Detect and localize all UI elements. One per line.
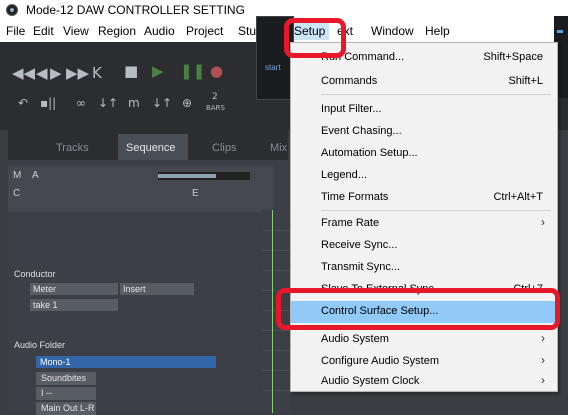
- mute-button[interactable]: M: [13, 170, 21, 181]
- counter-start-label: start: [265, 63, 281, 72]
- input-select[interactable]: Soundbites: [36, 372, 96, 385]
- loop-icon[interactable]: ∞: [76, 96, 86, 110]
- tab-clips[interactable]: Clips: [212, 142, 236, 154]
- channel-button[interactable]: C: [13, 188, 20, 199]
- menu-item-audio-system-clock[interactable]: Audio System Clock ›: [291, 371, 557, 393]
- submenu-arrow-icon: ›: [541, 373, 545, 387]
- setup-menu: Run Command... Shift+Space Commands Shif…: [290, 42, 558, 392]
- record-icon[interactable]: ●: [210, 62, 223, 80]
- stop-icon[interactable]: ■: [124, 62, 138, 80]
- menu-separator: [321, 94, 551, 95]
- menu-view[interactable]: View: [63, 24, 89, 38]
- step-icon[interactable]: ↓↑: [98, 96, 118, 110]
- menu-window[interactable]: Window: [371, 24, 414, 38]
- pause-icon[interactable]: ❚❚: [180, 62, 205, 80]
- input-assign[interactable]: I --: [36, 387, 96, 400]
- edit-button[interactable]: E: [192, 188, 199, 199]
- menu-file[interactable]: File: [6, 24, 25, 38]
- rewind-icon[interactable]: ◀◀: [12, 64, 35, 82]
- countoff-icon[interactable]: ↓↑: [152, 96, 172, 110]
- audio-folder-label: Audio Folder: [14, 340, 66, 350]
- insert-select[interactable]: Insert: [120, 283, 194, 295]
- tab-sequence[interactable]: Sequence: [126, 142, 176, 154]
- conductor-label: Conductor: [14, 269, 56, 279]
- fast-forward-icon[interactable]: ▶▶: [66, 64, 89, 82]
- undo-icon[interactable]: ↶: [18, 96, 28, 110]
- take-select[interactable]: take 1: [30, 299, 118, 311]
- sequence-header: M A C E: [8, 166, 273, 212]
- callout-control-surface: [276, 288, 560, 330]
- level-meter: [158, 172, 250, 180]
- panel-tabs: Tracks Sequence Clips Mix: [8, 130, 288, 160]
- playhead: [272, 210, 273, 413]
- menu-help[interactable]: Help: [425, 24, 450, 38]
- menu-project[interactable]: Project: [186, 24, 223, 38]
- menu-audio[interactable]: Audio: [144, 24, 175, 38]
- punch-icon[interactable]: ▪||: [40, 96, 56, 110]
- menu-item-legend[interactable]: Legend...: [291, 165, 557, 187]
- output-select[interactable]: Main Out L-R: [36, 402, 96, 415]
- menu-item-configure-audio-system[interactable]: Configure Audio System ›: [291, 351, 557, 373]
- menu-edit[interactable]: Edit: [33, 24, 54, 38]
- menu-item-input-filter[interactable]: Input Filter...: [291, 99, 557, 121]
- meter-select[interactable]: Meter: [30, 283, 118, 295]
- menu-item-time-formats[interactable]: Time Formats Ctrl+Alt+T: [291, 187, 557, 209]
- play-icon[interactable]: ▶: [152, 62, 164, 80]
- menu-item-audio-system[interactable]: Audio System ›: [291, 329, 557, 351]
- back-icon[interactable]: ◀: [36, 64, 48, 82]
- bars-label: BARS: [206, 104, 225, 112]
- track-mono-1[interactable]: Mono-1: [36, 356, 216, 368]
- counter-marker: [557, 30, 563, 33]
- forward-icon[interactable]: ▶: [50, 64, 62, 82]
- window-title: Mode-12 DAW CONTROLLER SETTING: [26, 3, 245, 17]
- submenu-arrow-icon: ›: [541, 331, 545, 345]
- menu-item-frame-rate[interactable]: Frame Rate ›: [291, 213, 557, 235]
- submenu-arrow-icon: ›: [541, 353, 545, 367]
- app-logo-icon: [6, 4, 18, 16]
- menu-region[interactable]: Region: [98, 24, 136, 38]
- menu-item-automation-setup[interactable]: Automation Setup...: [291, 143, 557, 165]
- callout-setup-menu: [284, 18, 346, 58]
- tracks-panel: Tracks Sequence Clips Mix M A C E Conduc…: [8, 130, 288, 415]
- tab-tracks[interactable]: Tracks: [56, 142, 89, 154]
- automation-button[interactable]: A: [32, 170, 39, 181]
- menu-item-event-chasing[interactable]: Event Chasing...: [291, 121, 557, 143]
- menu-item-receive-sync[interactable]: Receive Sync...: [291, 235, 557, 257]
- conductor-track: Conductor Meter Insert take 1: [8, 267, 273, 327]
- menu-separator: [321, 210, 551, 211]
- menu-item-transmit-sync[interactable]: Transmit Sync...: [291, 257, 557, 279]
- meter-fill: [158, 174, 216, 178]
- tab-mix[interactable]: Mix: [270, 142, 287, 154]
- menu-item-commands[interactable]: Commands Shift+L: [291, 71, 557, 93]
- submenu-arrow-icon: ›: [541, 215, 545, 229]
- bars-count: 2: [212, 92, 218, 102]
- add-icon[interactable]: ⊕: [182, 96, 192, 110]
- return-to-zero-icon[interactable]: K: [92, 64, 102, 82]
- metronome-icon[interactable]: m: [128, 96, 140, 110]
